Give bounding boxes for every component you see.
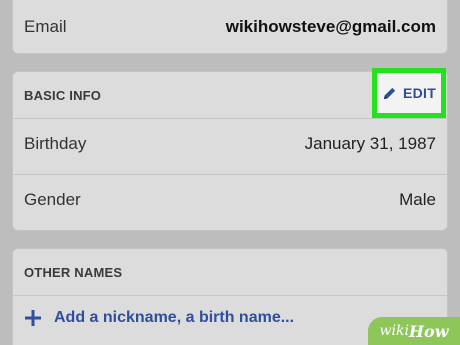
watermark-part1: wiki xyxy=(379,323,409,339)
plus-icon xyxy=(25,310,41,326)
email-card: Email wikihowsteve@gmail.com xyxy=(12,0,448,54)
other-names-title: OTHER NAMES xyxy=(24,264,123,280)
wikihow-watermark: wiki How xyxy=(368,317,460,345)
other-names-header: OTHER NAMES xyxy=(13,249,447,296)
edit-button[interactable]: EDIT xyxy=(372,68,446,118)
gender-value: Male xyxy=(399,190,436,209)
birthday-row[interactable]: Birthday January 31, 1987 xyxy=(13,119,447,168)
gender-row[interactable]: Gender Male xyxy=(13,175,447,225)
email-label: Email xyxy=(24,17,67,36)
gender-label: Gender xyxy=(24,190,81,209)
pencil-icon xyxy=(383,87,396,99)
email-value: wikihowsteve@gmail.com xyxy=(225,17,436,36)
basic-info-title: BASIC INFO xyxy=(24,87,102,103)
add-nickname-label: Add a nickname, a birth name... xyxy=(54,309,295,326)
birthday-value: January 31, 1987 xyxy=(304,133,436,153)
watermark-part2: How xyxy=(408,321,449,341)
email-row: Email wikihowsteve@gmail.com xyxy=(13,7,447,47)
birthday-label: Birthday xyxy=(24,133,87,153)
edit-label: EDIT xyxy=(402,85,437,101)
